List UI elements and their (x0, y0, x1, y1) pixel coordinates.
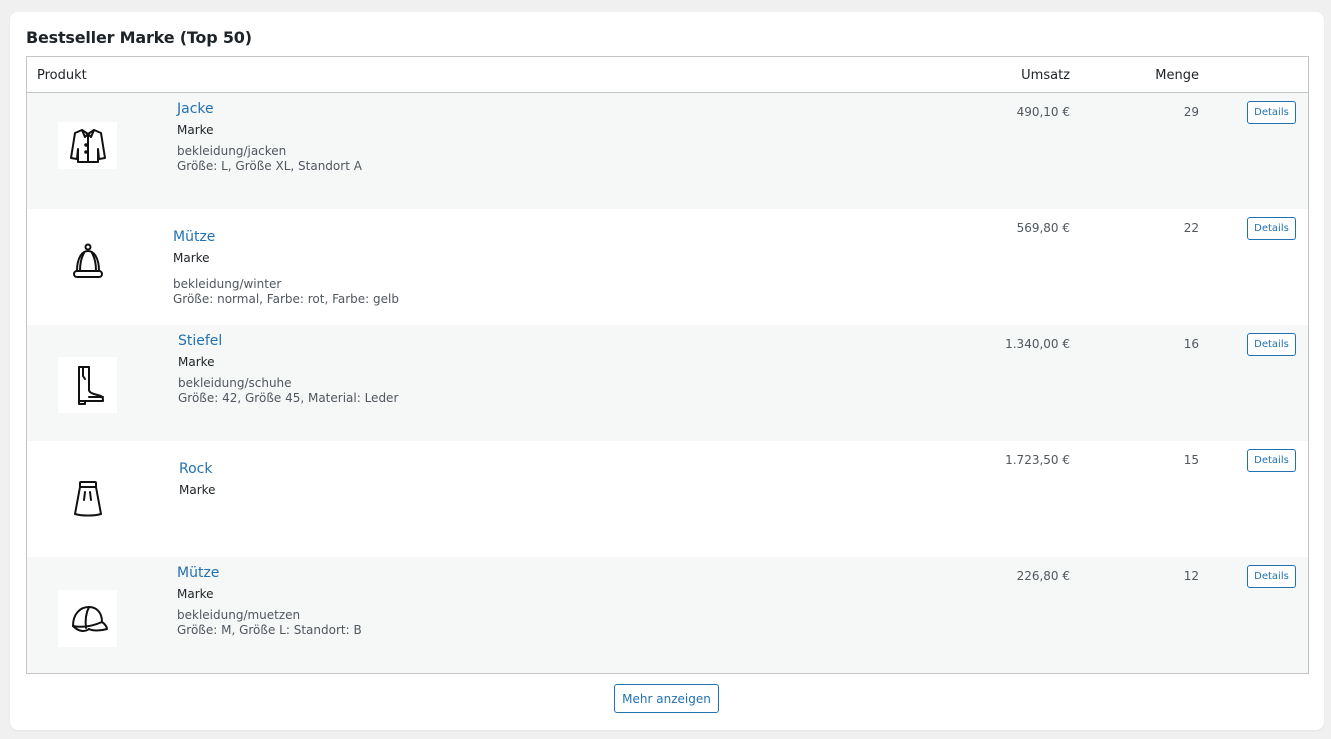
product-info: Mütze Marke bekleidung/winter Größe: nor… (173, 229, 399, 307)
revenue-value: 490,10 € (1016, 105, 1070, 119)
product-thumbnail (58, 357, 117, 413)
jacket-icon (69, 128, 106, 163)
details-button[interactable]: Details (1247, 217, 1296, 240)
bestseller-widget: Bestseller Marke (Top 50) Produkt Umsatz… (10, 12, 1324, 730)
show-more-button[interactable]: Mehr anzeigen (614, 684, 719, 713)
table-row: Rock Marke 1.723,50 € 15 Details (27, 441, 1308, 557)
product-name-link[interactable]: Rock (179, 461, 216, 477)
revenue-value: 1.340,00 € (1005, 337, 1070, 351)
details-button[interactable]: Details (1247, 565, 1296, 588)
product-attributes: Größe: 42, Größe 45, Material: Leder (178, 391, 399, 405)
bestseller-table: Produkt Umsatz Menge Jacke Marke bekleid… (26, 56, 1309, 674)
revenue-value: 226,80 € (1016, 569, 1070, 583)
product-brand: Marke (177, 123, 214, 137)
product-category: bekleidung/schuhe (178, 376, 292, 390)
product-attributes: Größe: normal, Farbe: rot, Farbe: gelb (173, 292, 399, 306)
column-header-revenue: Umsatz (1021, 68, 1070, 83)
details-button[interactable]: Details (1247, 333, 1296, 356)
table-row: Stiefel Marke bekleidung/schuhe Größe: 4… (27, 325, 1308, 441)
column-header-product: Produkt (37, 68, 87, 83)
product-category: bekleidung/winter (173, 277, 282, 291)
table-row: Mütze Marke bekleidung/winter Größe: nor… (27, 209, 1308, 325)
product-name-link[interactable]: Mütze (173, 229, 399, 245)
product-info: Jacke Marke bekleidung/jacken Größe: L, … (177, 101, 362, 174)
cap-icon (71, 605, 108, 632)
skirt-icon (73, 480, 102, 516)
product-thumbnail (58, 238, 117, 285)
product-thumbnail (58, 475, 117, 522)
product-brand: Marke (173, 251, 210, 265)
product-info: Stiefel Marke bekleidung/schuhe Größe: 4… (178, 333, 398, 406)
product-attributes: Größe: M, Größe L: Standort: B (177, 623, 362, 637)
quantity-value: 22 (1183, 221, 1199, 235)
product-brand: Marke (178, 355, 215, 369)
quantity-value: 16 (1183, 337, 1199, 351)
product-name-link[interactable]: Mütze (177, 565, 362, 581)
winter-hat-icon (72, 243, 103, 278)
quantity-value: 29 (1183, 105, 1199, 119)
product-category: bekleidung/jacken (177, 144, 287, 158)
revenue-value: 1.723,50 € (1005, 453, 1070, 467)
widget-title: Bestseller Marke (Top 50) (26, 28, 252, 47)
details-button[interactable]: Details (1247, 101, 1296, 124)
table-row: Jacke Marke bekleidung/jacken Größe: L, … (27, 93, 1308, 209)
product-attributes: Größe: L, Größe XL, Standort A (177, 159, 362, 173)
product-thumbnail (58, 590, 117, 647)
product-category: bekleidung/muetzen (177, 608, 301, 622)
column-header-quantity: Menge (1155, 68, 1199, 83)
product-name-link[interactable]: Jacke (177, 101, 362, 117)
product-info: Rock Marke (179, 461, 216, 504)
product-info: Mütze Marke bekleidung/muetzen Größe: M,… (177, 565, 362, 638)
product-thumbnail (58, 122, 117, 169)
revenue-value: 569,80 € (1016, 221, 1070, 235)
quantity-value: 15 (1183, 453, 1199, 467)
product-brand: Marke (179, 483, 216, 497)
table-header: Produkt Umsatz Menge (27, 57, 1308, 93)
boot-icon (77, 366, 104, 405)
quantity-value: 12 (1183, 569, 1199, 583)
table-row: Mütze Marke bekleidung/muetzen Größe: M,… (27, 557, 1308, 673)
product-brand: Marke (177, 587, 214, 601)
product-name-link[interactable]: Stiefel (178, 333, 398, 349)
details-button[interactable]: Details (1247, 449, 1296, 472)
